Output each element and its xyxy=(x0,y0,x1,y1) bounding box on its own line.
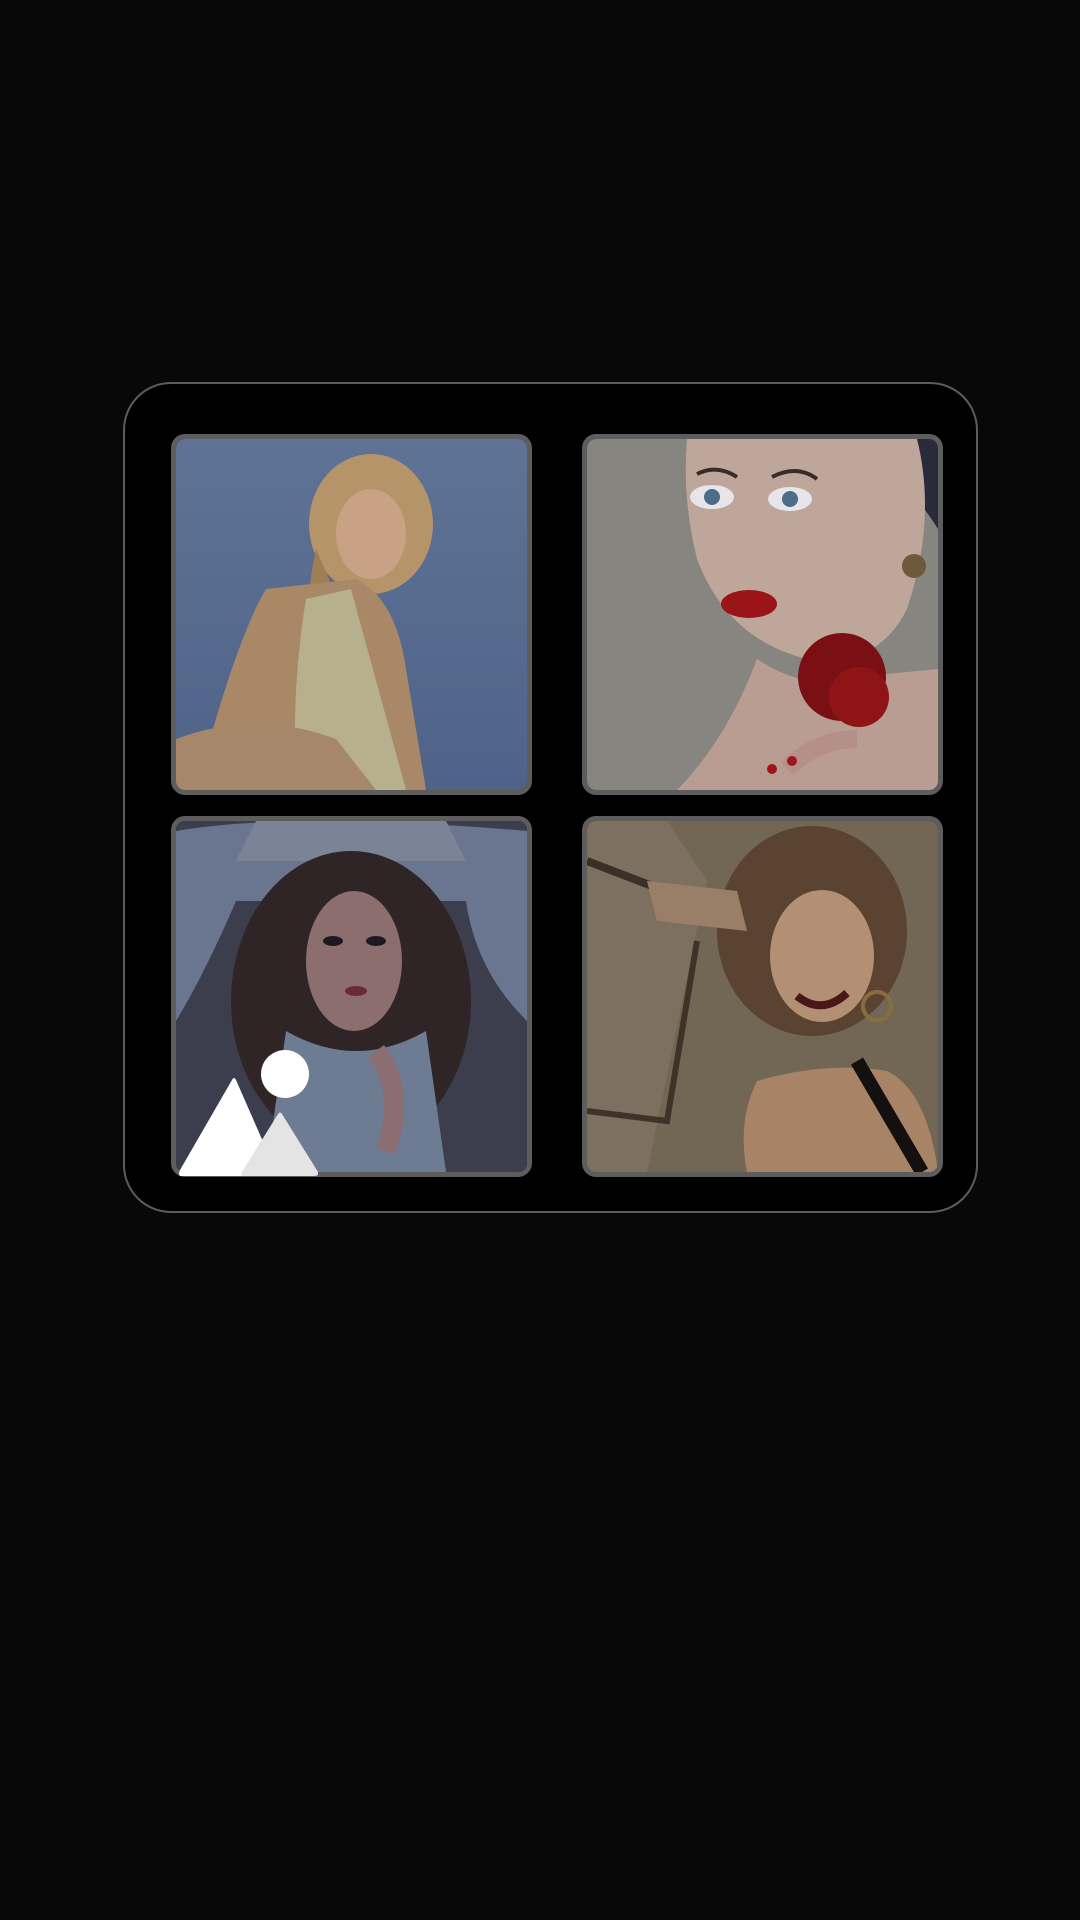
photo-tile-4[interactable] xyxy=(582,816,943,1177)
portrait-photo-woman-with-rose xyxy=(587,439,938,790)
photo-tile-2[interactable] xyxy=(582,434,943,795)
image-icon xyxy=(179,1050,318,1176)
gallery-image-icon[interactable] xyxy=(178,1048,318,1176)
portrait-photo-blonde-woman xyxy=(176,439,527,790)
portrait-photo-smiling-woman xyxy=(587,821,938,1172)
photo-tile-1[interactable] xyxy=(171,434,532,795)
screen xyxy=(0,0,1080,1920)
